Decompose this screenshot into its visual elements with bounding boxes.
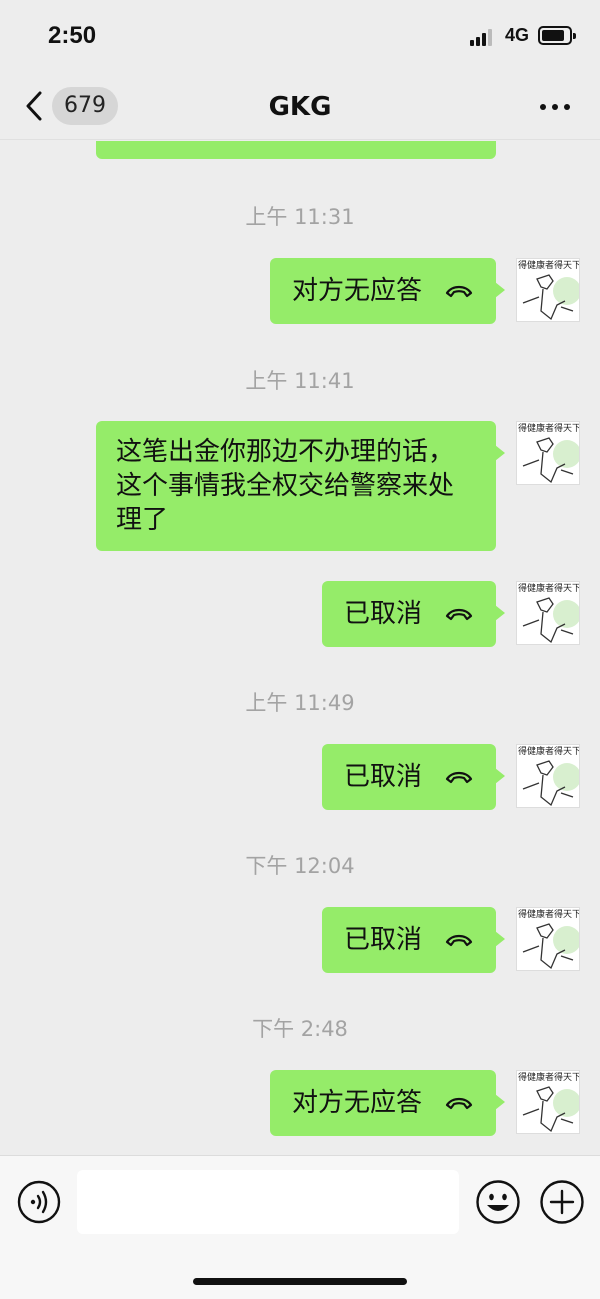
call-status-text: 已取消 — [343, 599, 422, 629]
emoji-icon — [476, 1180, 520, 1224]
avatar-caption: 得健康者得天下 — [518, 424, 580, 434]
call-status-text: 已取消 — [343, 762, 422, 792]
network-type: 4G — [505, 25, 530, 45]
message-bubble[interactable]: 已取消 — [321, 907, 506, 973]
avatar[interactable]: 得健康者得天下 — [516, 581, 580, 645]
hangup-phone-icon — [445, 608, 473, 621]
message-bubble[interactable]: 对方无应答 — [269, 1070, 506, 1136]
message-bubble[interactable]: 已取消 — [321, 581, 506, 647]
message-timestamp: 下午 12:04 — [245, 854, 355, 878]
status-time: 2:50 — [48, 22, 97, 49]
battery-icon — [538, 26, 576, 45]
avatar-caption: 得健康者得天下 — [518, 747, 580, 757]
voice-icon — [17, 1180, 61, 1224]
message-list[interactable]: 上午 11:31 对方无应答 得健康者得天下 上午 11:41 这笔出金你那边不… — [0, 141, 600, 1155]
add-button[interactable] — [539, 1179, 585, 1225]
hangup-phone-icon — [445, 1097, 473, 1110]
input-bar — [0, 1155, 600, 1299]
avatar-caption: 得健康者得天下 — [518, 910, 580, 920]
hangup-phone-icon — [445, 934, 473, 947]
plus-icon — [540, 1180, 584, 1224]
call-status-text: 对方无应答 — [291, 276, 422, 306]
message-timestamp: 上午 11:31 — [245, 205, 355, 229]
call-status-text: 已取消 — [343, 925, 422, 955]
avatar-caption: 得健康者得天下 — [518, 584, 580, 594]
avatar[interactable]: 得健康者得天下 — [516, 1070, 580, 1134]
message-timestamp: 上午 11:41 — [245, 369, 355, 393]
hangup-phone-icon — [445, 771, 473, 784]
avatar[interactable]: 得健康者得天下 — [516, 907, 580, 971]
avatar[interactable]: 得健康者得天下 — [516, 421, 580, 485]
voice-button[interactable] — [17, 1180, 61, 1224]
home-indicator — [193, 1278, 407, 1285]
call-status-text: 对方无应答 — [291, 1088, 422, 1118]
hangup-phone-icon — [445, 285, 473, 298]
avatar-caption: 得健康者得天下 — [518, 1073, 580, 1083]
status-bar: 2:50 4G — [0, 0, 600, 72]
emoji-button[interactable] — [475, 1179, 521, 1225]
chat-title: GKG — [268, 92, 332, 122]
message-timestamp: 下午 2:48 — [252, 1017, 348, 1041]
message-timestamp: 上午 11:49 — [245, 691, 355, 715]
avatar-caption: 得健康者得天下 — [518, 261, 580, 271]
message-bubble[interactable]: 已取消 — [321, 744, 506, 810]
chat-header: 679 GKG — [0, 72, 600, 140]
message-bubble[interactable]: 对方无应答 — [269, 258, 506, 324]
message-bubble[interactable] — [96, 141, 496, 159]
avatar[interactable]: 得健康者得天下 — [516, 258, 580, 322]
message-bubble[interactable]: 这笔出金你那边不办理的话，这个事情我全权交给警察来处理了 — [96, 421, 505, 551]
message-input[interactable] — [77, 1170, 459, 1234]
avatar[interactable]: 得健康者得天下 — [516, 744, 580, 808]
more-options-button[interactable] — [538, 96, 572, 116]
signal-icon — [470, 28, 496, 46]
